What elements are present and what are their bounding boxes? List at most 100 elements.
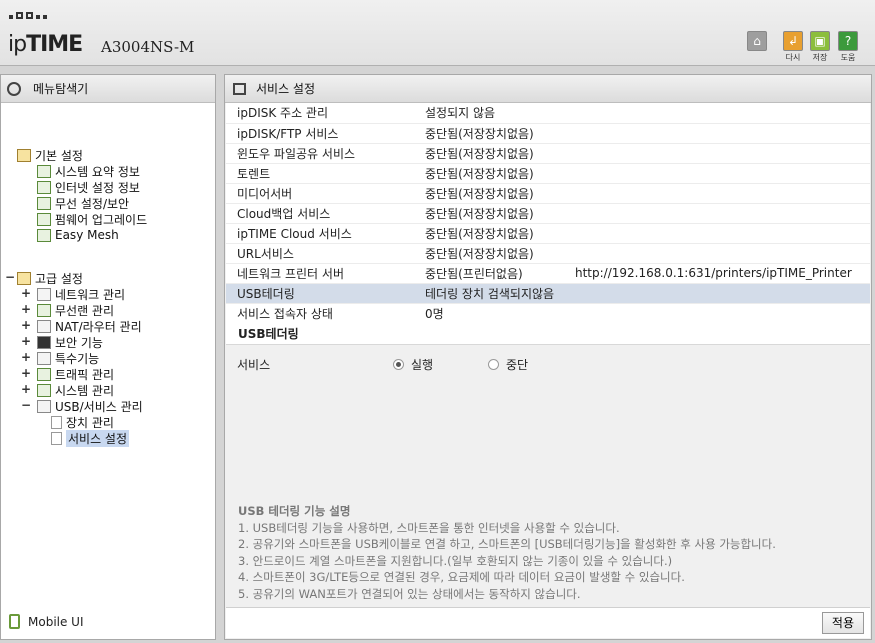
service-name-cell: 서비스 접속자 상태 bbox=[226, 303, 414, 324]
mesh-icon bbox=[37, 228, 51, 242]
home-icon: ⌂ bbox=[747, 31, 767, 51]
special-icon bbox=[37, 351, 51, 365]
sidebar-item-device-manage[interactable]: 장치 관리 bbox=[51, 414, 114, 430]
service-status-cell: 중단됨(프린터없음) bbox=[414, 263, 564, 284]
sidebar-item-security[interactable]: 보안 기능 bbox=[37, 334, 103, 350]
save-button[interactable]: ▣ 저장 bbox=[809, 31, 831, 65]
mobile-ui-link[interactable]: Mobile UI bbox=[9, 614, 84, 629]
expand-icon[interactable]: + bbox=[21, 334, 31, 348]
page-title: 서비스 설정 bbox=[256, 82, 316, 96]
service-label: 서비스 bbox=[237, 358, 271, 372]
usb-icon bbox=[37, 399, 51, 413]
brand-logo: ipTIME bbox=[8, 32, 83, 57]
expand-icon[interactable]: + bbox=[21, 286, 31, 300]
wifi-icon bbox=[37, 196, 51, 210]
sidebar-item-system-summary[interactable]: 시스템 요약 정보 bbox=[37, 163, 140, 179]
description-line: 3. 안드로이드 계열 스마트폰을 지원합니다.(일부 호환되지 않는 기종이 … bbox=[238, 553, 673, 568]
menu-explorer-header: 메뉴탐색기 bbox=[1, 75, 215, 103]
service-row: 윈도우 파일공유 서비스 중단됨(저장장치없음) bbox=[226, 143, 870, 164]
service-status-cell: 0명 bbox=[414, 303, 564, 324]
save-label: 저장 bbox=[812, 53, 828, 62]
service-row: 네트워크 프린터 서버 중단됨(프린터없음) http://192.168.0.1:… bbox=[226, 263, 870, 284]
page-icon bbox=[51, 431, 62, 445]
apply-button[interactable]: 적용 bbox=[821, 612, 864, 634]
tree-basic-settings[interactable]: 기본 설정 bbox=[17, 147, 83, 163]
system-icon bbox=[37, 383, 51, 397]
service-status-cell: 중단됨(저장장치없음) bbox=[414, 163, 564, 184]
sidebar-item-traffic[interactable]: 트래픽 관리 bbox=[37, 366, 114, 382]
radio-run-label: 실행 bbox=[411, 358, 434, 372]
service-settings-panel: 서비스 설정 ipDISK 주소 관리 설정되지 않음 ipDISK/FTP 서비스… bbox=[224, 74, 872, 640]
traffic-icon bbox=[37, 367, 51, 381]
service-extra-cell bbox=[564, 143, 870, 164]
sidebar-item-wireless-security[interactable]: 무선 설정/보안 bbox=[37, 195, 129, 211]
service-row: 토렌트 중단됨(저장장치없음) bbox=[226, 163, 870, 184]
back-button[interactable]: ↲ 다시 bbox=[782, 31, 804, 65]
home-button[interactable]: ⌂ bbox=[746, 31, 768, 65]
service-status-cell: 테더링 장치 검색되지않음 bbox=[414, 283, 564, 304]
service-name-cell: 윈도우 파일공유 서비스 bbox=[226, 143, 414, 164]
help-label: 도움 bbox=[840, 53, 856, 62]
window-icon bbox=[233, 82, 246, 95]
service-name-cell: URL서비스 bbox=[226, 243, 414, 264]
service-extra-cell bbox=[564, 223, 870, 244]
page-icon bbox=[51, 415, 62, 429]
radio-stop-button[interactable] bbox=[488, 359, 499, 370]
back-icon: ↲ bbox=[783, 31, 803, 51]
model-name: A3004NS-M bbox=[101, 38, 195, 56]
sidebar-item-easy-mesh[interactable]: Easy Mesh bbox=[37, 227, 119, 243]
description-line: 5. 공유기의 WAN포트가 연결되어 있는 상태에서는 동작하지 않습니다. bbox=[238, 586, 581, 601]
service-extra-cell bbox=[564, 203, 870, 224]
wifi-icon bbox=[37, 303, 51, 317]
sidebar-item-firmware-upgrade[interactable]: 펌웨어 업그레이드 bbox=[37, 211, 147, 227]
help-button[interactable]: ? 도움 bbox=[837, 31, 859, 65]
expand-icon[interactable]: + bbox=[21, 350, 31, 364]
radio-stop[interactable]: 중단 bbox=[488, 356, 528, 373]
magnifier-icon bbox=[7, 81, 21, 96]
sidebar-item-usb-service[interactable]: USB/서비스 관리 bbox=[37, 398, 143, 414]
mobile-ui-label: Mobile UI bbox=[28, 614, 84, 629]
usb-tethering-section-title: USB테더링 bbox=[226, 323, 870, 345]
sidebar-item-network[interactable]: 네트워크 관리 bbox=[37, 286, 125, 302]
description-line: 4. 스마트폰이 3G/LTE등으로 연결된 경우, 요금제에 따라 데이터 요… bbox=[238, 570, 685, 584]
service-name-cell: 네트워크 프린터 서버 bbox=[226, 263, 414, 284]
sidebar-item-special[interactable]: 특수기능 bbox=[37, 350, 99, 366]
service-row: URL서비스 중단됨(저장장치없음) bbox=[226, 243, 870, 264]
service-status-cell: 설정되지 않음 bbox=[414, 103, 564, 124]
service-extra-cell: http://192.168.0.1:631/printers/ipTIME_P… bbox=[564, 263, 870, 284]
service-name-cell: ipDISK 주소 관리 bbox=[226, 103, 414, 124]
service-row: 미디어서버 중단됨(저장장치없음) bbox=[226, 183, 870, 204]
sidebar-item-system[interactable]: 시스템 관리 bbox=[37, 382, 114, 398]
service-name-cell: ipTIME Cloud 서비스 bbox=[226, 223, 414, 244]
service-extra-cell bbox=[564, 243, 870, 264]
service-status-cell: 중단됨(저장장치없음) bbox=[414, 223, 564, 244]
expand-icon[interactable]: + bbox=[21, 382, 31, 396]
tree-advanced-settings[interactable]: 고급 설정 bbox=[17, 270, 83, 286]
service-status-table: ipDISK 주소 관리 설정되지 않음 ipDISK/FTP 서비스 중단됨(저장장… bbox=[226, 103, 870, 324]
sidebar-item-service-settings[interactable]: 서비스 설정 bbox=[51, 429, 130, 447]
service-row: ipDISK 주소 관리 설정되지 않음 bbox=[226, 103, 870, 124]
expand-icon[interactable]: + bbox=[21, 318, 31, 332]
folder-icon bbox=[17, 271, 31, 285]
service-name-cell: ipDISK/FTP 서비스 bbox=[226, 123, 414, 144]
sidebar-item-internet-info[interactable]: 인터넷 설정 정보 bbox=[37, 179, 140, 195]
sidebar-item-wireless-lan[interactable]: 무선랜 관리 bbox=[37, 302, 114, 318]
service-name-cell: Cloud백업 서비스 bbox=[226, 203, 414, 224]
radio-run[interactable]: 실행 bbox=[393, 356, 433, 373]
expand-icon[interactable]: + bbox=[21, 302, 31, 316]
back-label: 다시 bbox=[785, 53, 801, 62]
service-row: 서비스 접속자 상태 0명 bbox=[226, 303, 870, 324]
phone-icon bbox=[9, 614, 20, 629]
router-icon bbox=[37, 319, 51, 333]
sidebar-item-nat-router[interactable]: NAT/라우터 관리 bbox=[37, 318, 142, 334]
network-icon bbox=[37, 287, 51, 301]
service-status-cell: 중단됨(저장장치없음) bbox=[414, 203, 564, 224]
collapse-advanced-icon[interactable]: − bbox=[5, 270, 15, 284]
description-line: 1. USB테더링 기능을 사용하면, 스마트폰을 통한 인터넷을 사용할 수 … bbox=[238, 520, 620, 535]
upgrade-icon bbox=[37, 212, 51, 226]
radio-run-button[interactable] bbox=[393, 359, 404, 370]
header-bar: ipTIME A3004NS-M ⌂ ↲ 다시 ▣ 저장 ? 도움 bbox=[0, 0, 875, 66]
tree-basic-label: 기본 설정 bbox=[35, 148, 83, 163]
collapse-icon[interactable]: − bbox=[21, 398, 31, 412]
expand-icon[interactable]: + bbox=[21, 366, 31, 380]
